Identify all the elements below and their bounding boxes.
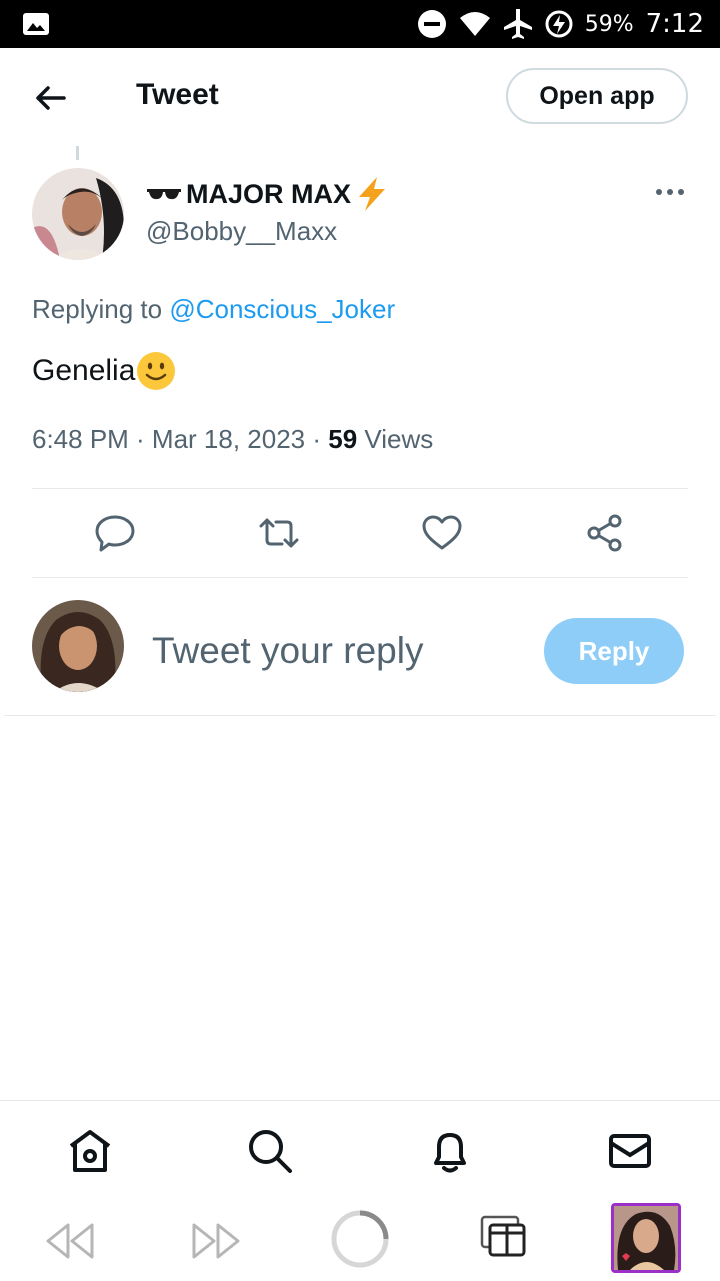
thread-line — [76, 146, 79, 160]
avatar[interactable] — [32, 600, 124, 692]
reply-input[interactable] — [150, 622, 534, 680]
action-bar — [32, 490, 688, 578]
arrow-left-icon[interactable] — [28, 76, 72, 120]
display-name-text: MAJOR MAX — [186, 178, 352, 209]
replying-label: Replying to — [32, 294, 170, 324]
open-app-button[interactable]: Open app — [506, 68, 688, 124]
divider — [32, 577, 688, 578]
mention-link[interactable]: @Conscious_Joker — [169, 294, 395, 324]
back-icon[interactable] — [44, 1219, 96, 1263]
tweet-text: Genelia — [32, 350, 177, 392]
more-options-icon[interactable] — [652, 180, 688, 204]
slightly-smiling-face-emoji — [137, 352, 176, 390]
share-icon[interactable] — [584, 512, 626, 554]
forward-icon[interactable] — [190, 1219, 242, 1263]
image-icon — [23, 13, 49, 35]
airplane-icon — [503, 9, 532, 39]
sunglasses-emoji — [147, 189, 181, 200]
tabs-icon[interactable] — [480, 1215, 528, 1259]
reply-icon[interactable] — [94, 512, 136, 554]
header: Tweet Open app — [0, 48, 720, 144]
reply-button[interactable]: Reply — [544, 618, 684, 684]
retweet-icon[interactable] — [258, 512, 300, 554]
timestamp: 6:48 PM · Mar 18, 2023 · — [32, 424, 329, 454]
lightning-emoji — [359, 177, 386, 211]
wifi-icon — [459, 12, 490, 36]
status-bar: 59% 7:12 — [0, 0, 720, 48]
battery-percent: 59% — [584, 11, 634, 37]
do-not-disturb-icon — [417, 10, 446, 38]
tweet-metadata: 6:48 PM · Mar 18, 2023 · 59 Views — [32, 424, 433, 455]
search-icon[interactable] — [246, 1127, 294, 1175]
views-count: 59 — [328, 424, 358, 454]
bottom-navigation — [0, 1100, 720, 1281]
divider — [32, 488, 688, 489]
notifications-icon[interactable] — [426, 1127, 474, 1175]
messages-icon[interactable] — [606, 1127, 654, 1175]
replying-to: Replying to @Conscious_Joker — [32, 294, 395, 325]
page-title: Tweet — [136, 78, 219, 111]
divider — [4, 715, 716, 716]
battery-charging-icon — [545, 10, 573, 38]
display-name[interactable]: MAJOR MAX — [146, 176, 389, 212]
views-label: Views — [357, 424, 434, 454]
clock: 7:12 — [645, 9, 704, 39]
like-icon[interactable] — [421, 512, 463, 554]
tweet-body: Genelia — [32, 354, 136, 387]
avatar[interactable] — [32, 168, 124, 260]
home-icon[interactable] — [66, 1127, 114, 1175]
profile-thumbnail[interactable] — [611, 1203, 681, 1273]
handle[interactable]: @Bobby__Maxx — [146, 216, 337, 247]
reload-icon[interactable] — [330, 1209, 390, 1269]
